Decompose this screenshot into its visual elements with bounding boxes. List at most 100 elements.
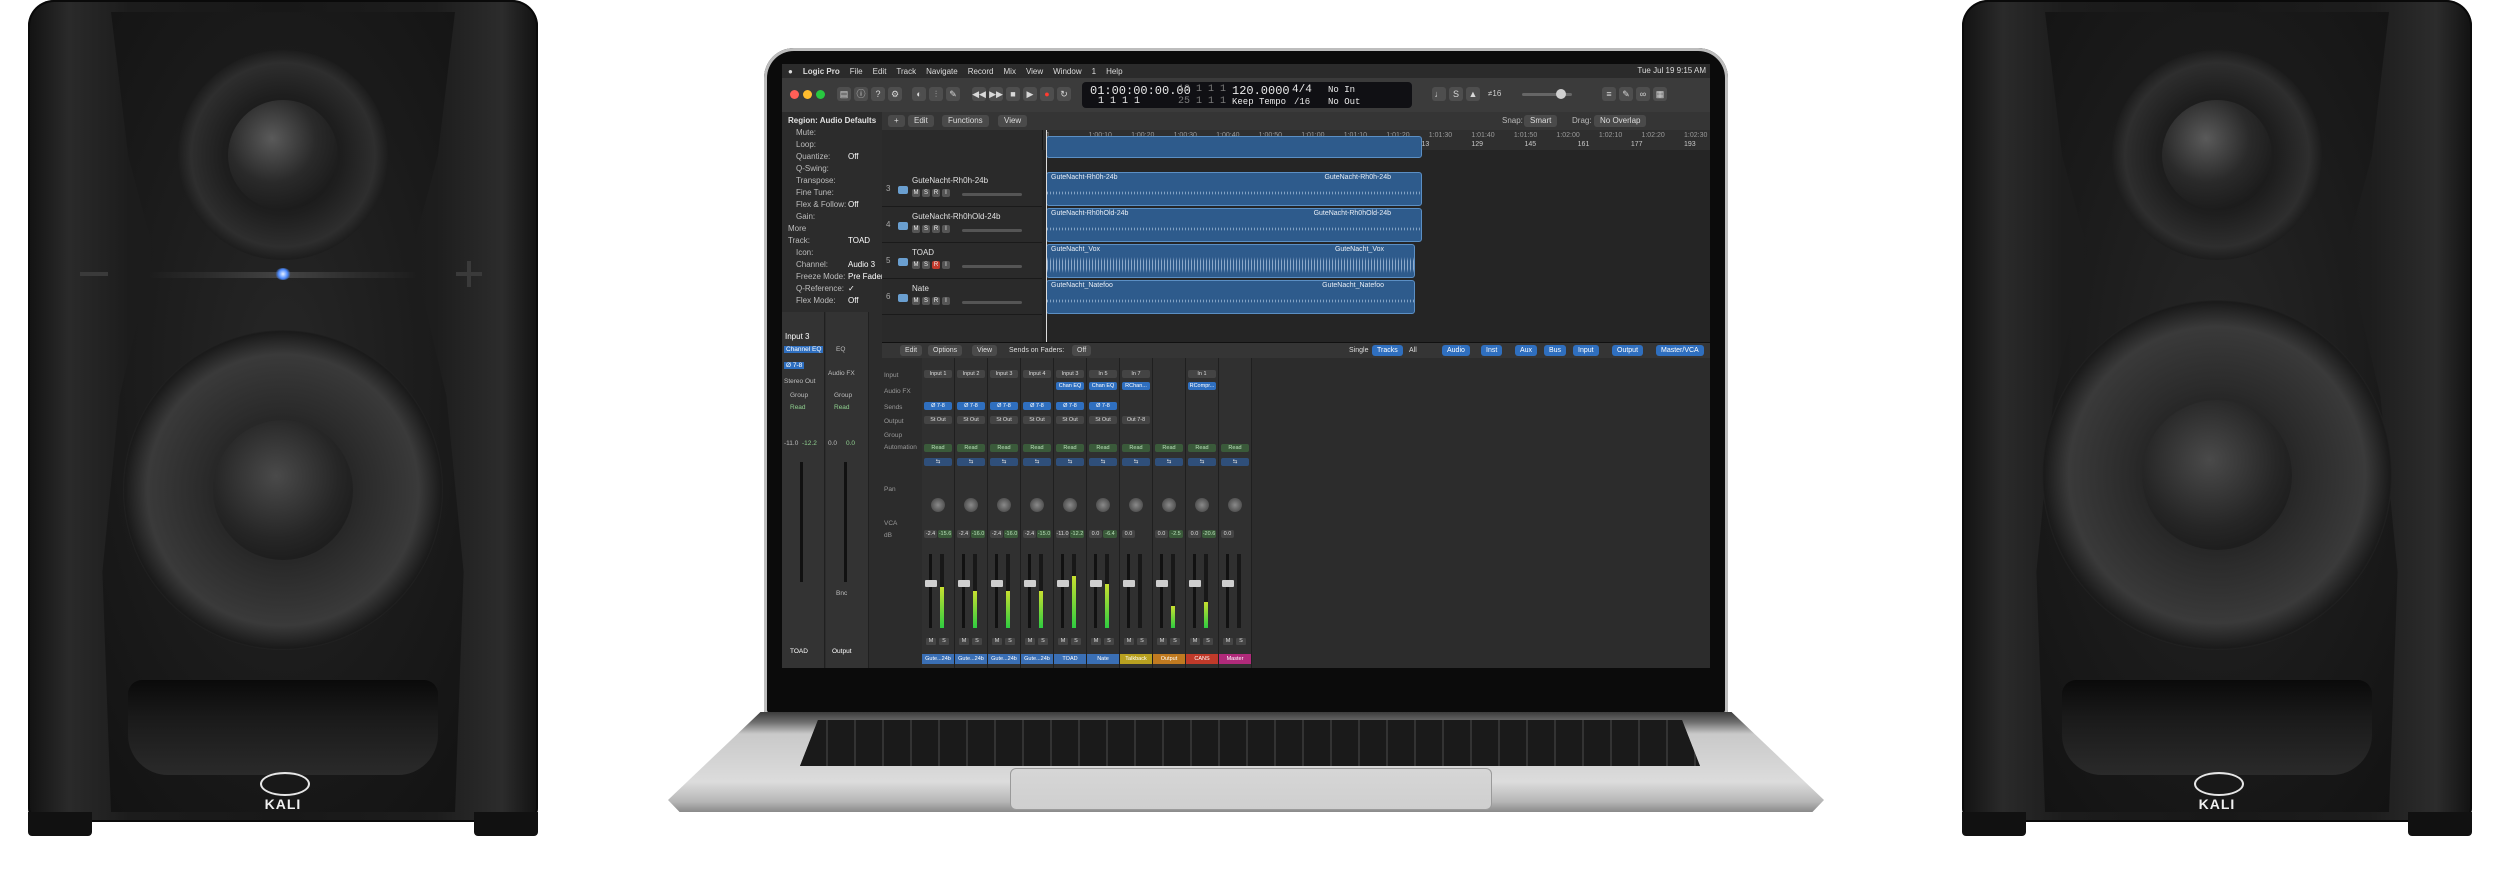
channel-name[interactable]: Output	[1153, 654, 1185, 664]
inspector-row-value[interactable]: TOAD	[848, 236, 870, 245]
browsers-button[interactable]: ▦	[1653, 87, 1667, 101]
audio-region[interactable]	[1046, 136, 1422, 158]
channel-input-slot[interactable]: Input 3	[1056, 370, 1084, 378]
channel-send-slot[interactable]: Ø 7-8	[1089, 402, 1117, 410]
channel-send-slot[interactable]: Ø 7-8	[990, 402, 1018, 410]
channel-automation-mode[interactable]: Read	[1188, 444, 1216, 452]
channel-eq-slot[interactable]: RChan...	[1122, 382, 1150, 390]
channel-mute-button[interactable]: M	[1223, 638, 1233, 645]
toolbar-button[interactable]: ⚙	[888, 87, 902, 101]
channel-name[interactable]: Gute...24b	[922, 654, 954, 664]
inspector-group-slot[interactable]: Group	[790, 392, 808, 399]
track-header[interactable]: 4 GuteNacht-Rh0hOld-24b M S R I	[882, 208, 1042, 243]
inspector-fader[interactable]	[844, 462, 847, 582]
mixer-filter-input[interactable]: Input	[1573, 345, 1599, 356]
channel-pan-knob[interactable]	[1195, 498, 1209, 512]
channel-input-slot[interactable]: Input 1	[924, 370, 952, 378]
track-name[interactable]: Nate	[912, 284, 929, 293]
drag-menu[interactable]: No Overlap	[1594, 115, 1647, 127]
channel-mute-button[interactable]: M	[959, 638, 969, 645]
inspector-fader[interactable]	[800, 462, 803, 582]
channel-fader-cap[interactable]	[1024, 580, 1036, 587]
mixer-view-menu[interactable]: View	[972, 345, 998, 356]
notepad-button[interactable]: ✎	[1619, 87, 1633, 101]
track-volume-slider[interactable]	[962, 193, 1022, 196]
audio-region[interactable]: GuteNacht_Vox GuteNacht_Vox	[1046, 244, 1415, 278]
inspector-input-slot[interactable]: Input 3	[785, 332, 809, 341]
mixer-all-tab[interactable]: All	[1404, 345, 1422, 356]
mixer-single-tab[interactable]: Single	[1344, 345, 1373, 356]
channel-input-slot[interactable]: Input 4	[1023, 370, 1051, 378]
channel-name[interactable]: TOAD	[1054, 654, 1086, 664]
channel-output-slot[interactable]: St Out	[1089, 416, 1117, 424]
smart-controls-button[interactable]: ◐	[912, 87, 926, 101]
channel-mute-button[interactable]: M	[992, 638, 1002, 645]
channel-automation-mode[interactable]: Read	[924, 444, 952, 452]
channel-solo-button[interactable]: S	[1071, 638, 1081, 645]
menu-item-view[interactable]: View	[1026, 67, 1043, 76]
inspector-eq-slot[interactable]: Channel EQ	[784, 346, 824, 353]
menu-item-edit[interactable]: Edit	[873, 67, 887, 76]
channel-output-slot[interactable]: St Out	[1056, 416, 1084, 424]
channel-pan-knob[interactable]	[1162, 498, 1176, 512]
channel-mute-button[interactable]: M	[926, 638, 936, 645]
inspector-row-value[interactable]: ✓	[848, 284, 855, 293]
channel-fader-track[interactable]	[1193, 554, 1196, 628]
mixer-edit-menu[interactable]: Edit	[900, 345, 923, 356]
track-mute-button[interactable]: M	[912, 189, 920, 197]
list-editors-button[interactable]: ≡	[1602, 87, 1616, 101]
channel-output-slot[interactable]: St Out	[957, 416, 985, 424]
channel-fader-cap[interactable]	[1123, 580, 1135, 587]
region-inspector-header[interactable]: Region: Audio Defaults	[788, 116, 876, 125]
stop-button[interactable]: ■	[1006, 87, 1020, 101]
zoom-window-button[interactable]	[816, 90, 825, 99]
inspector-bounce-button[interactable]: Bnc	[836, 590, 847, 597]
menu-item-mix[interactable]: Mix	[1004, 67, 1016, 76]
track-mute-button[interactable]: M	[912, 261, 920, 269]
channel-input-slot[interactable]: In 1	[1188, 370, 1216, 378]
tracks-edit-menu[interactable]: Edit	[908, 115, 934, 127]
count-in-display[interactable]: ≠16	[1488, 89, 1501, 98]
channel-name[interactable]: Talkback	[1120, 654, 1152, 664]
tuner-button[interactable]: ♩	[1432, 87, 1446, 101]
track-name[interactable]: GuteNacht-Rh0h-24b	[912, 176, 988, 185]
channel-pan-knob[interactable]	[1129, 498, 1143, 512]
channel-fader-cap[interactable]	[1057, 580, 1069, 587]
channel-pan-knob[interactable]	[1063, 498, 1077, 512]
channel-output-slot[interactable]: St Out	[1023, 416, 1051, 424]
channel-name[interactable]: Nate	[1087, 654, 1119, 664]
channel-pan-knob[interactable]	[931, 498, 945, 512]
inspector-automation-mode[interactable]: Read	[790, 404, 806, 411]
channel-fader-track[interactable]	[1160, 554, 1163, 628]
snap-menu[interactable]: Smart	[1524, 115, 1558, 127]
track-volume-slider[interactable]	[962, 229, 1022, 232]
mixer-tracks-tab[interactable]: Tracks	[1372, 345, 1403, 356]
mixer-filter-mastervca[interactable]: Master/VCA	[1656, 345, 1704, 356]
play-button[interactable]: ▶	[1023, 87, 1037, 101]
tracks-add-button[interactable]: +	[888, 115, 905, 127]
channel-solo-button[interactable]: S	[1203, 638, 1213, 645]
channel-send-slot[interactable]: Ø 7-8	[924, 402, 952, 410]
channel-automation-mode[interactable]: Read	[1155, 444, 1183, 452]
sends-on-faders-menu[interactable]: Off	[1072, 345, 1092, 356]
channel-mute-button[interactable]: M	[1124, 638, 1134, 645]
mixer-filter-bus[interactable]: Bus	[1544, 345, 1567, 356]
track-input-monitor-button[interactable]: I	[942, 261, 950, 269]
track-volume-slider[interactable]	[962, 265, 1022, 268]
channel-fader-track[interactable]	[1061, 554, 1064, 628]
track-mute-button[interactable]: M	[912, 225, 920, 233]
audio-region[interactable]: GuteNacht_Natefoo GuteNacht_Natefoo	[1046, 280, 1415, 314]
track-header[interactable]: 3 GuteNacht-Rh0h-24b M S R I	[882, 172, 1042, 207]
menubar-clock[interactable]: Tue Jul 19 9:15 AM	[1637, 66, 1706, 75]
channel-name[interactable]: CANS	[1186, 654, 1218, 664]
channel-output-slot[interactable]: St Out	[924, 416, 952, 424]
track-record-button[interactable]: R	[932, 297, 940, 305]
mixer-options-menu[interactable]: Options	[928, 345, 963, 356]
channel-name[interactable]: Master	[1219, 654, 1251, 664]
channel-fader-cap[interactable]	[1156, 580, 1168, 587]
channel-mute-button[interactable]: M	[1157, 638, 1167, 645]
channel-fader-track[interactable]	[1028, 554, 1031, 628]
track-solo-button[interactable]: S	[922, 225, 930, 233]
inspector-button[interactable]: ⓘ	[854, 87, 868, 101]
track-name[interactable]: GuteNacht-Rh0hOld-24b	[912, 212, 1001, 221]
